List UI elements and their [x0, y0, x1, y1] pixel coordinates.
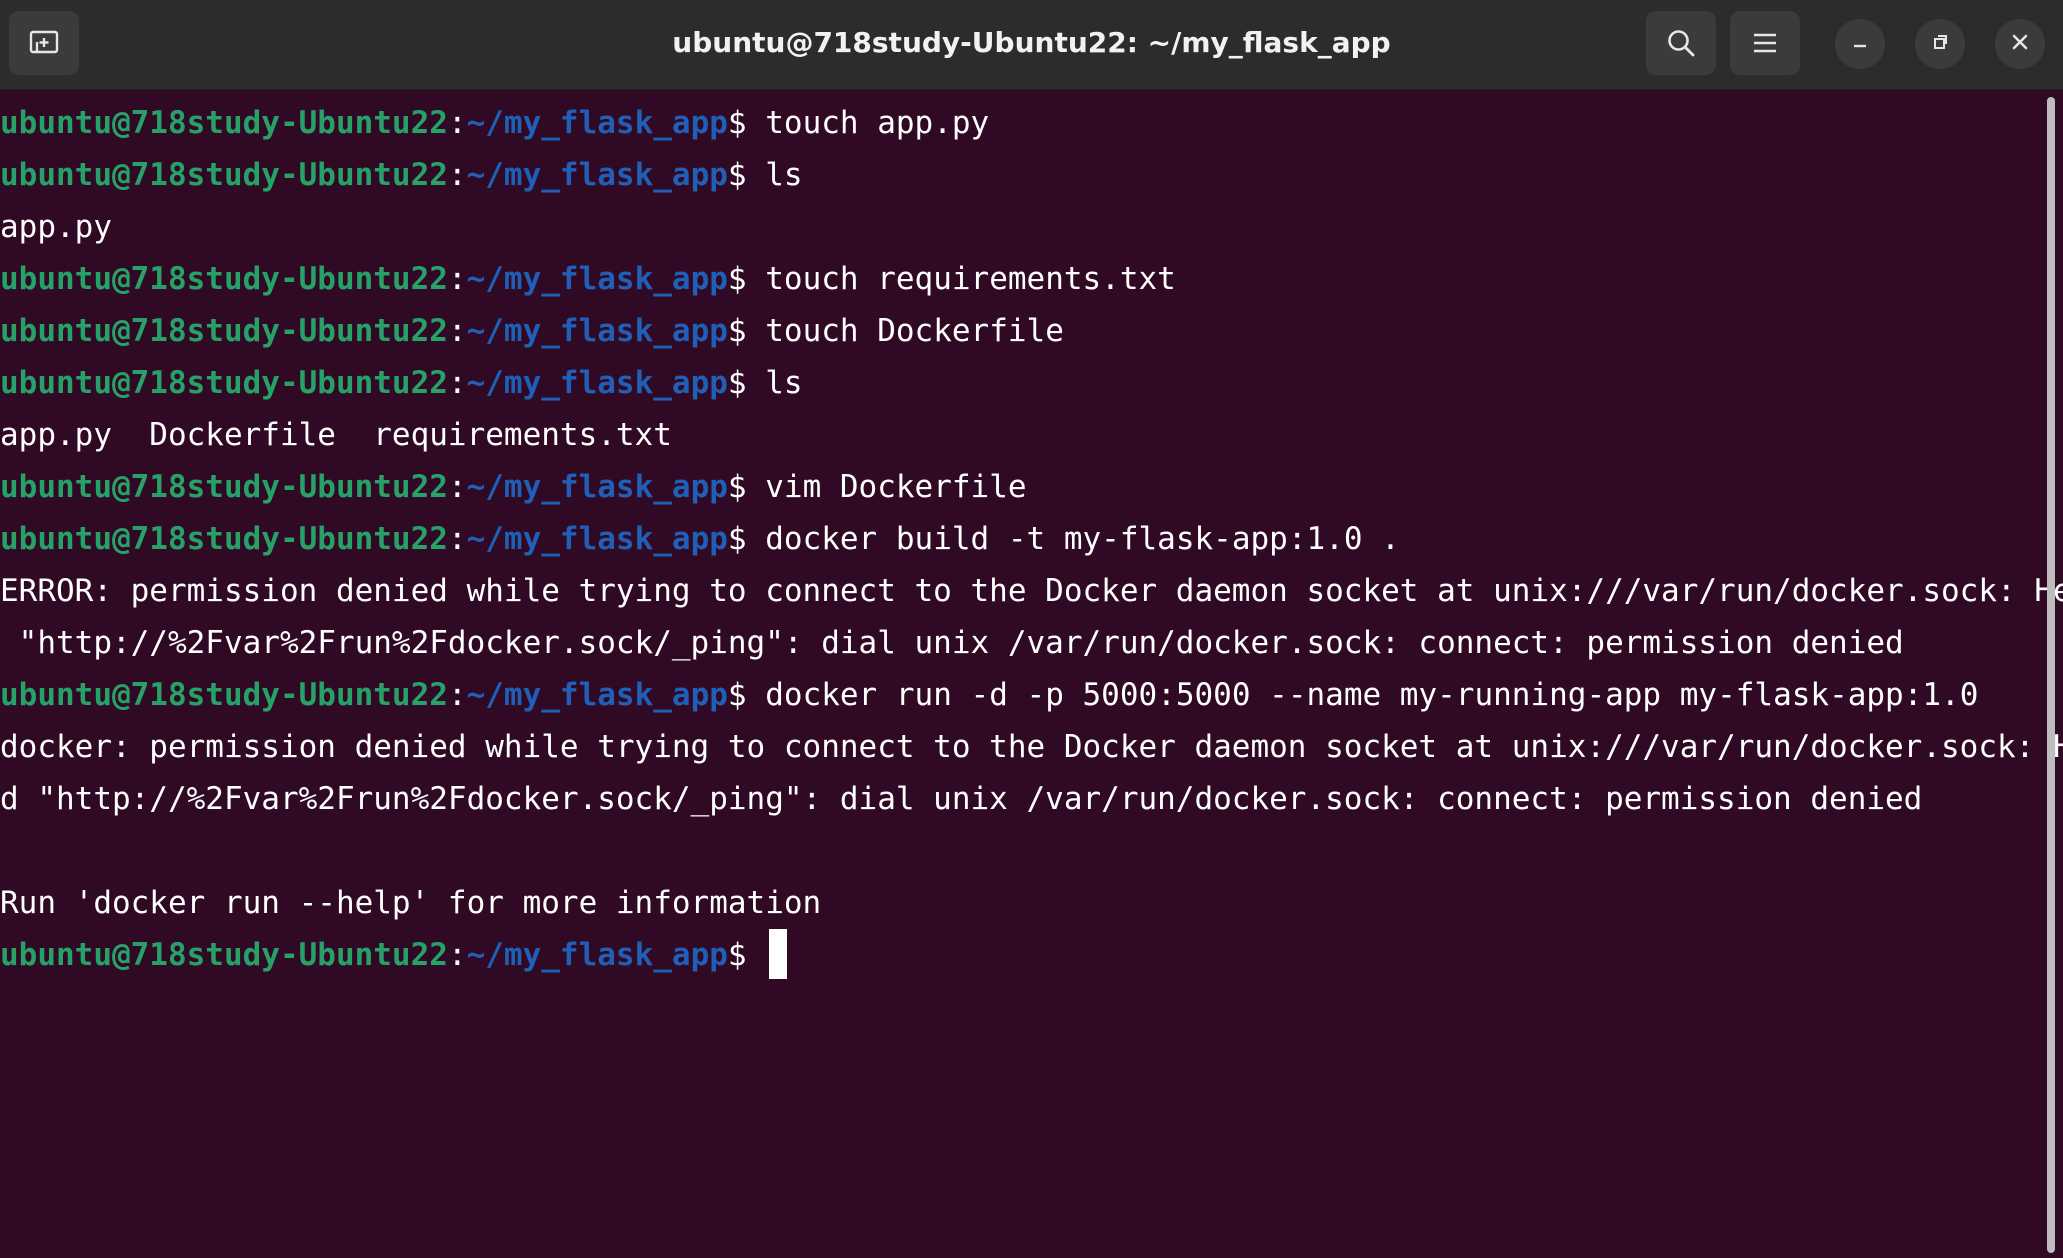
prompt-path: ~/my_flask_app [466, 365, 728, 401]
prompt-colon: : [447, 521, 467, 557]
titlebar: ubuntu@718study-Ubuntu22: ~/my_flask_app [0, 0, 2063, 90]
prompt-user: ubuntu@718study-Ubuntu22 [0, 157, 448, 193]
output-line: Run 'docker run --help' for more informa… [0, 877, 821, 929]
hamburger-menu-icon [1752, 32, 1778, 54]
output-line: d "http://%2Fvar%2Frun%2Fdocker.sock/_pi… [0, 773, 1922, 825]
output-text: Run 'docker run --help' for more informa… [0, 885, 822, 921]
command-text: docker run -d -p 5000:5000 --name my-run… [746, 677, 1979, 713]
output-text: docker: permission denied while trying t… [0, 729, 2063, 765]
prompt-path: ~/my_flask_app [466, 313, 728, 349]
output-line: "http://%2Fvar%2Frun%2Fdocker.sock/_ping… [0, 617, 1904, 669]
prompt-user: ubuntu@718study-Ubuntu22 [0, 105, 448, 141]
command-line: ubuntu@718study-Ubuntu22:~/my_flask_app$… [0, 253, 1176, 305]
prompt-symbol: $ [727, 677, 747, 713]
prompt-path: ~/my_flask_app [466, 521, 728, 557]
prompt-colon: : [447, 469, 467, 505]
close-button[interactable] [1995, 19, 2045, 69]
prompt-symbol: $ [727, 937, 747, 973]
prompt-user: ubuntu@718study-Ubuntu22 [0, 365, 448, 401]
prompt-colon: : [447, 937, 467, 973]
minimize-button[interactable] [1835, 19, 1885, 69]
search-button[interactable] [1646, 11, 1716, 75]
prompt-colon: : [447, 261, 467, 297]
output-text: ERROR: permission denied while trying to… [0, 573, 2063, 609]
scrollbar[interactable] [2047, 97, 2055, 1253]
prompt-path: ~/my_flask_app [466, 105, 728, 141]
command-line: ubuntu@718study-Ubuntu22:~/my_flask_app$… [0, 513, 1400, 565]
prompt-path: ~/my_flask_app [466, 469, 728, 505]
command-text: touch requirements.txt [746, 261, 1176, 297]
prompt-symbol: $ [727, 469, 747, 505]
prompt-symbol: $ [727, 157, 747, 193]
command-text: ls [746, 365, 803, 401]
terminal-output[interactable]: ubuntu@718study-Ubuntu22:~/my_flask_app$… [0, 89, 2063, 1258]
prompt-path: ~/my_flask_app [466, 677, 728, 713]
prompt-path: ~/my_flask_app [466, 937, 728, 973]
menu-button[interactable] [1730, 11, 1800, 75]
restore-icon [1930, 32, 1950, 57]
command-line: ubuntu@718study-Ubuntu22:~/my_flask_app$… [0, 149, 803, 201]
terminal-window: ubuntu@718study-Ubuntu22: ~/my_flask_app [0, 0, 2063, 1258]
close-icon [2010, 32, 2030, 57]
command-text: docker build -t my-flask-app:1.0 . [746, 521, 1400, 557]
command-line: ubuntu@718study-Ubuntu22:~/my_flask_app$… [0, 97, 989, 149]
command-text: ls [746, 157, 803, 193]
output-line: ERROR: permission denied while trying to… [0, 565, 2063, 617]
command-text [747, 937, 766, 973]
output-text: app.py Dockerfile requirements.txt [0, 417, 672, 453]
prompt-user: ubuntu@718study-Ubuntu22 [0, 937, 448, 973]
text-cursor [769, 928, 788, 979]
prompt-colon: : [447, 313, 467, 349]
command-line: ubuntu@718study-Ubuntu22:~/my_flask_app$… [0, 461, 1027, 513]
prompt-user: ubuntu@718study-Ubuntu22 [0, 469, 448, 505]
command-line: ubuntu@718study-Ubuntu22:~/my_flask_app$… [0, 357, 803, 409]
prompt-symbol: $ [727, 105, 747, 141]
prompt-colon: : [447, 105, 467, 141]
prompt-user: ubuntu@718study-Ubuntu22 [0, 313, 448, 349]
prompt-path: ~/my_flask_app [466, 261, 728, 297]
command-text: vim Dockerfile [746, 469, 1027, 505]
output-line: docker: permission denied while trying t… [0, 721, 2063, 773]
command-text: touch app.py [746, 105, 990, 141]
output-line: app.py [0, 201, 112, 253]
prompt-user: ubuntu@718study-Ubuntu22 [0, 677, 448, 713]
prompt-symbol: $ [727, 313, 747, 349]
prompt-colon: : [447, 157, 467, 193]
prompt-user: ubuntu@718study-Ubuntu22 [0, 521, 448, 557]
command-text: touch Dockerfile [746, 313, 1064, 349]
prompt-path: ~/my_flask_app [466, 157, 728, 193]
command-line: ubuntu@718study-Ubuntu22:~/my_flask_app$ [0, 928, 788, 981]
prompt-symbol: $ [727, 261, 747, 297]
prompt-colon: : [447, 365, 467, 401]
command-line: ubuntu@718study-Ubuntu22:~/my_flask_app$… [0, 669, 1978, 721]
search-icon [1666, 28, 1696, 58]
prompt-colon: : [447, 677, 467, 713]
maximize-button[interactable] [1915, 19, 1965, 69]
output-line: app.py Dockerfile requirements.txt [0, 409, 672, 461]
prompt-symbol: $ [727, 365, 747, 401]
prompt-user: ubuntu@718study-Ubuntu22 [0, 261, 448, 297]
output-text: "http://%2Fvar%2Frun%2Fdocker.sock/_ping… [0, 625, 1904, 661]
minimize-icon [1850, 32, 1870, 57]
command-line: ubuntu@718study-Ubuntu22:~/my_flask_app$… [0, 305, 1064, 357]
output-text: app.py [0, 209, 112, 245]
output-text: d "http://%2Fvar%2Frun%2Fdocker.sock/_pi… [0, 781, 1923, 817]
prompt-symbol: $ [727, 521, 747, 557]
